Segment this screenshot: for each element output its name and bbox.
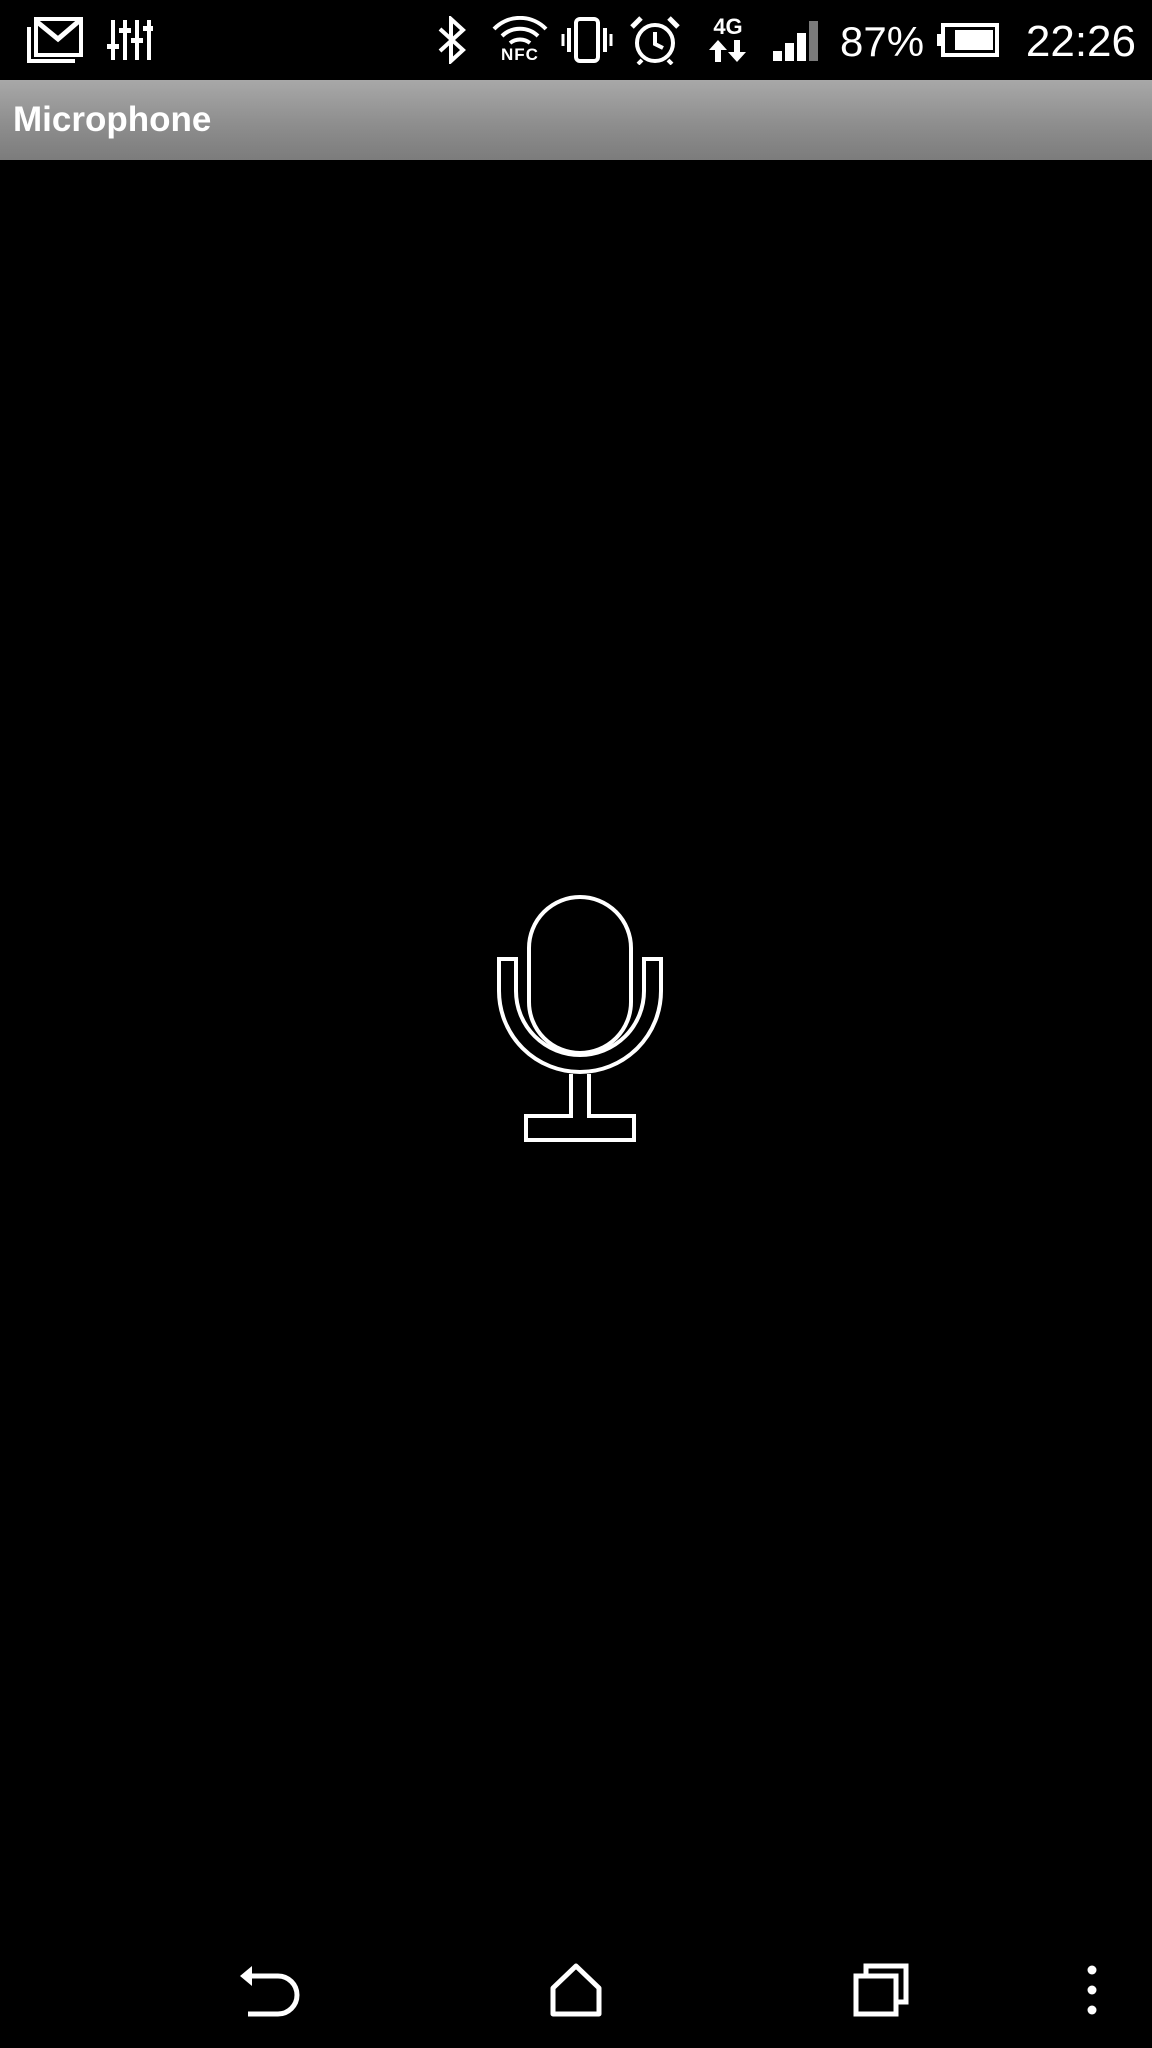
back-icon bbox=[240, 1966, 300, 2017]
alarm-icon bbox=[628, 12, 682, 68]
recent-apps-icon bbox=[853, 1963, 909, 2017]
bluetooth-icon bbox=[434, 12, 470, 68]
action-bar: Microphone bbox=[0, 80, 1152, 160]
microphone-icon bbox=[497, 895, 663, 1142]
battery-icon bbox=[936, 12, 1000, 68]
page-title: Microphone bbox=[13, 100, 212, 139]
status-bar: NFC 4G 87% 22:26 bbox=[0, 0, 1152, 80]
microphone-button[interactable] bbox=[480, 890, 680, 1170]
main-content bbox=[0, 160, 1152, 1920]
back-button[interactable] bbox=[220, 1940, 320, 2040]
navigation-bar bbox=[0, 1920, 1152, 2048]
nfc-wifi-icon: NFC bbox=[490, 12, 550, 68]
network-4g-icon: 4G bbox=[704, 12, 752, 68]
signal-icon bbox=[770, 12, 826, 68]
equalizer-icon bbox=[106, 12, 154, 68]
gmail-icon bbox=[26, 12, 84, 68]
screen: NFC 4G 87% 22:26 Microphone bbox=[0, 0, 1152, 2048]
clock: 22:26 bbox=[1025, 17, 1136, 66]
battery-percent: 87% bbox=[840, 18, 925, 65]
nfc-label: NFC bbox=[501, 45, 539, 64]
overflow-menu-icon bbox=[1087, 1965, 1097, 2015]
recent-apps-button[interactable] bbox=[832, 1940, 932, 2040]
home-icon bbox=[550, 1963, 602, 2017]
overflow-menu-button[interactable] bbox=[1044, 1940, 1140, 2040]
home-button[interactable] bbox=[526, 1940, 626, 2040]
vibrate-icon bbox=[560, 12, 614, 68]
network-label: 4G bbox=[713, 14, 743, 39]
